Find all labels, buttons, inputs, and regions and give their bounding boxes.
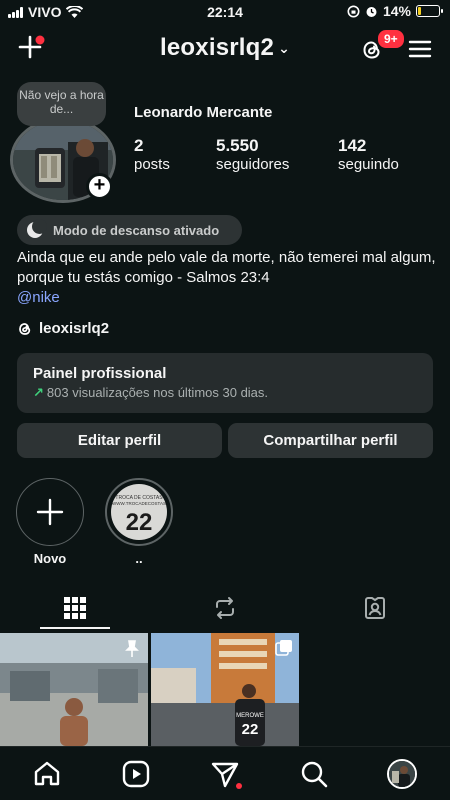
profile-note[interactable]: Não vejo a hora de...	[17, 82, 106, 126]
search-icon[interactable]	[299, 759, 329, 789]
followers-count[interactable]: 5.550	[216, 136, 259, 156]
posts-count[interactable]: 2	[134, 136, 143, 156]
dashboard-title: Painel profissional	[33, 365, 167, 382]
threads-logo-icon	[19, 322, 31, 335]
carousel-icon	[275, 640, 292, 656]
threads-handle: leoxisrlq2	[39, 320, 110, 337]
new-highlight-label: Novo	[33, 551, 67, 566]
notification-badge: 9+	[376, 28, 406, 50]
new-highlight-button[interactable]	[16, 478, 84, 546]
post-thumbnail[interactable]	[0, 633, 148, 746]
profile-bio: Ainda que eu ande pelo vale da morte, nã…	[17, 249, 436, 286]
post-thumbnail[interactable]: MEROWE 22	[151, 633, 299, 746]
chevron-down-icon: ⌄	[278, 40, 290, 57]
profile-tab-avatar[interactable]	[387, 759, 417, 789]
profile-name: Leonardo Mercante	[134, 104, 273, 121]
highlight-label: ..	[135, 551, 143, 566]
dashboard-subtitle: 803 visualizações nos últimos 30 dias.	[46, 385, 269, 400]
post-shirt-text: MEROWE	[236, 713, 264, 719]
following-label[interactable]: seguindo	[338, 156, 399, 173]
moon-icon	[27, 219, 47, 238]
trend-up-icon: ↗	[33, 385, 44, 400]
battery-percent: 14%	[382, 3, 411, 19]
reels-icon[interactable]	[121, 759, 151, 789]
alarm-icon	[366, 6, 377, 17]
grid-tab-icon[interactable]	[63, 596, 87, 620]
battery-fill	[418, 7, 421, 15]
professional-dashboard[interactable]: Painel profissional ↗ 803 visualizações n…	[17, 353, 433, 413]
menu-icon[interactable]	[408, 37, 432, 61]
share-profile-button[interactable]: Compartilhar perfil	[228, 423, 433, 458]
active-tab-indicator	[40, 627, 110, 629]
home-icon[interactable]	[32, 759, 62, 789]
messages-notification-dot	[236, 783, 242, 789]
posts-label[interactable]: posts	[134, 156, 170, 173]
bottom-navigation	[0, 746, 450, 800]
post-shirt-number: 22	[242, 721, 259, 738]
pin-icon	[125, 640, 139, 657]
orientation-lock-icon	[347, 5, 360, 17]
rest-mode-pill[interactable]: Modo de descanso ativado	[17, 215, 242, 245]
edit-profile-button[interactable]: Editar perfil	[17, 423, 222, 458]
following-count[interactable]: 142	[338, 136, 366, 156]
header-username: leoxisrlq2	[160, 34, 275, 61]
tagged-tab-icon[interactable]	[363, 596, 387, 620]
profile-tab-photo	[389, 761, 415, 787]
followers-label[interactable]: seguidores	[216, 156, 289, 173]
status-bar: VIVO 22:14 14%	[0, 0, 450, 24]
highlight-item[interactable]: TROCA DE COSTAS WWW.TROCADECOSTAS 22	[105, 478, 173, 546]
highlight-cover: TROCA DE COSTAS WWW.TROCADECOSTAS 22	[111, 484, 167, 540]
reposts-tab-icon[interactable]	[213, 596, 237, 620]
add-story-icon[interactable]: +	[86, 173, 113, 200]
plus-icon	[36, 498, 64, 526]
highlight-cover-line2: WWW.TROCADECOSTAS	[112, 501, 166, 506]
threads-profile-link[interactable]: leoxisrlq2	[17, 320, 109, 337]
dashboard-subtitle-row: ↗ 803 visualizações nos últimos 30 dias.	[33, 385, 417, 401]
status-right: 14%	[347, 3, 443, 19]
battery-icon	[416, 5, 443, 17]
highlight-cover-number: 22	[126, 509, 153, 536]
bio-mention-link[interactable]: @nike	[17, 289, 60, 306]
rest-mode-label: Modo de descanso ativado	[53, 222, 220, 238]
